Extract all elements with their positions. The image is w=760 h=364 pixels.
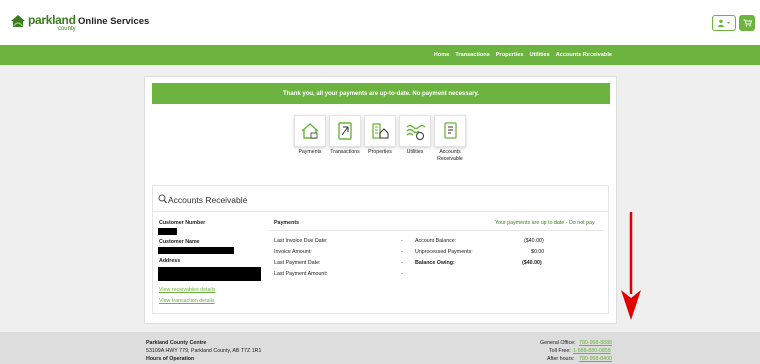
last-payment-amount-value: - (401, 271, 403, 277)
nav-home[interactable]: Home (434, 52, 450, 58)
user-icon (718, 19, 730, 27)
footer-afterhours-phone[interactable]: 780-968-8400 (579, 356, 612, 362)
last-payment-amount-label: Last Payment Amount: (274, 271, 328, 277)
customer-number-label: Customer Number (159, 220, 206, 226)
balance-owing-label: Balance Owing: (415, 260, 455, 266)
house-payment-icon (301, 123, 319, 139)
main-nav: Home Transactions Properties Utilities A… (0, 45, 760, 65)
cart-button[interactable] (739, 15, 755, 31)
parkland-logo[interactable]: parkland county (10, 14, 76, 32)
user-menu-button[interactable] (712, 15, 736, 31)
tile-transactions[interactable] (329, 115, 361, 147)
last-payment-date-value: - (401, 260, 403, 266)
account-balance-label: Account Balance: (415, 238, 457, 244)
balance-owing-value: ($40.00) (522, 260, 542, 266)
address-label: Address (159, 258, 181, 264)
footer-org-name: Parkland County Centre (146, 340, 207, 346)
search-document-icon (158, 194, 167, 204)
logo-house-icon (10, 14, 26, 28)
last-payment-date-label: Last Payment Date: (274, 260, 321, 266)
chevron-down-icon (727, 22, 730, 24)
tile-utilities[interactable] (399, 115, 431, 147)
utilities-icon (406, 124, 425, 140)
site-title: Online Services (78, 16, 150, 27)
customer-number-redacted (158, 228, 177, 235)
footer-general-phone[interactable]: 780-968-8888 (579, 340, 612, 346)
last-invoice-due-label: Last Invoice Due Date: (274, 238, 328, 244)
invoice-amount-label: Invoice Amount: (274, 249, 312, 255)
nav-utilities[interactable]: Utilities (530, 52, 550, 58)
nav-properties[interactable]: Properties (496, 52, 524, 58)
invoice-amount-value: - (401, 249, 403, 255)
site-footer: Parkland County Centre 53109A HWY 779, P… (0, 332, 760, 364)
accounts-receivable-icon (444, 122, 457, 139)
footer-tollfree-phone[interactable]: 1-888-880-0858 (573, 348, 611, 354)
customer-name-label: Customer Name (159, 239, 200, 245)
payments-heading: Payments (274, 220, 300, 226)
red-down-arrow (621, 212, 641, 320)
tile-properties[interactable] (364, 115, 396, 147)
payments-divider (270, 230, 604, 231)
logo-wordmark: parkland (28, 13, 76, 27)
nav-accounts-receivable[interactable]: Accounts Receivable (556, 52, 612, 58)
tile-accounts-receivable-label[interactable]: Accounts Receivable (428, 149, 472, 163)
payment-status-banner: Thank you, all your payments are up-to-d… (152, 83, 610, 104)
view-transactions-link[interactable]: View transaction details (159, 298, 215, 304)
nav-transactions[interactable]: Transactions (455, 52, 490, 58)
footer-general-label: General Office: (540, 340, 576, 346)
footer-hours-heading: Hours of Operation (146, 356, 195, 362)
properties-icon (372, 123, 389, 139)
footer-address: 53109A HWY 779, Parkland County, AB T7Z … (146, 348, 262, 354)
payment-status-text: Your payments are up to date - Do not pa… (495, 220, 595, 226)
unprocessed-payments-value: $0.00 (531, 249, 545, 255)
cart-icon (743, 19, 752, 27)
accounts-receivable-title: Accounts Receivable (168, 195, 248, 205)
view-receivables-link[interactable]: View receivables details (159, 287, 215, 293)
tile-accounts-receivable[interactable] (434, 115, 466, 147)
unprocessed-payments-label: Unprocessed Payments: (415, 249, 473, 255)
customer-name-redacted (158, 247, 234, 254)
footer-tollfree-label: Toll Free: (549, 348, 571, 354)
transactions-icon (338, 122, 352, 140)
site-header: parkland county Online Services (0, 0, 760, 45)
tile-payments[interactable] (294, 115, 326, 147)
last-invoice-due-value: - (401, 238, 403, 244)
address-redacted (158, 267, 261, 281)
account-balance-value: ($40.00) (524, 238, 544, 244)
footer-afterhours-label: After hours: (547, 356, 575, 362)
